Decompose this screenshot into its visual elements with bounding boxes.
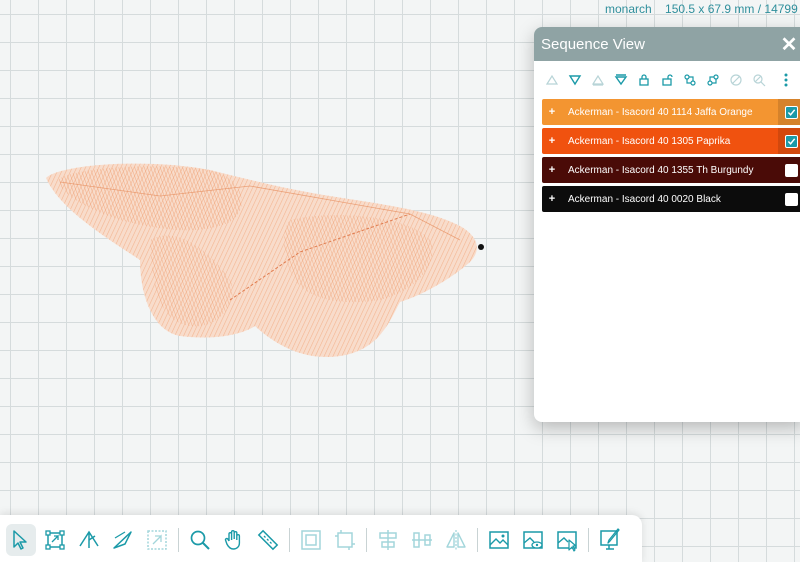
toolbar-separator <box>366 528 367 552</box>
colour-row[interactable]: + Ackerman - Isacord 40 1355 Th Burgundy <box>542 157 800 183</box>
close-icon[interactable]: ✕ <box>774 27 800 61</box>
mirror-icon[interactable] <box>441 524 471 556</box>
select-icon[interactable] <box>6 524 36 556</box>
unlock-icon[interactable] <box>659 72 675 88</box>
group-icon[interactable] <box>296 524 326 556</box>
ruler-icon[interactable] <box>253 524 283 556</box>
expand-icon[interactable]: + <box>542 164 562 176</box>
node-edit-icon[interactable] <box>74 524 104 556</box>
more-options-icon[interactable] <box>778 72 794 88</box>
toolbar-separator <box>178 528 179 552</box>
colour-label: Ackerman - Isacord 40 1305 Paprika <box>568 135 731 147</box>
move-first-icon[interactable] <box>544 72 560 88</box>
checkmark-icon <box>784 105 798 119</box>
bottom-toolbar <box>0 515 642 562</box>
empty-checkbox-icon <box>784 192 798 206</box>
toolbar-separator <box>477 528 478 552</box>
image-icon[interactable] <box>484 524 514 556</box>
visibility-checkbox[interactable] <box>778 128 800 154</box>
pan-hand-icon[interactable] <box>219 524 249 556</box>
colour-label: Ackerman - Isacord 40 1114 Jaffa Orange <box>568 106 753 118</box>
split-icon[interactable] <box>705 72 721 88</box>
colour-list: + Ackerman - Isacord 40 1114 Jaffa Orange… <box>534 99 800 212</box>
colour-label: Ackerman - Isacord 40 0020 Black <box>568 193 721 205</box>
visibility-checkbox[interactable] <box>778 186 800 212</box>
move-last-icon[interactable] <box>613 72 629 88</box>
colour-row[interactable]: + Ackerman - Isacord 40 0020 Black <box>542 186 800 212</box>
sequence-toolbar <box>534 61 800 99</box>
zoom-icon[interactable] <box>185 524 215 556</box>
visibility-checkbox[interactable] <box>778 157 800 183</box>
ungroup-icon[interactable] <box>330 524 360 556</box>
expand-icon[interactable]: + <box>542 135 562 147</box>
butterfly-design[interactable] <box>46 163 484 358</box>
end-point-marker[interactable] <box>478 244 484 250</box>
hide-all-icon[interactable] <box>751 72 767 88</box>
lock-icon[interactable] <box>636 72 652 88</box>
digitize-icon[interactable] <box>595 524 625 556</box>
panel-title: Sequence View <box>541 35 645 53</box>
knife-icon[interactable] <box>108 524 138 556</box>
expand-icon[interactable]: + <box>542 106 562 118</box>
hide-icon[interactable] <box>728 72 744 88</box>
resize-icon[interactable] <box>40 524 70 556</box>
sequence-view-panel: Sequence View ✕ + Ackerman - Isacord 40 … <box>534 27 800 422</box>
checkmark-icon <box>784 134 798 148</box>
toolbar-separator <box>289 528 290 552</box>
colour-row[interactable]: + Ackerman - Isacord 40 1305 Paprika <box>542 128 800 154</box>
colour-label: Ackerman - Isacord 40 1355 Th Burgundy <box>568 164 754 176</box>
toolbar-separator <box>588 528 589 552</box>
panel-header: Sequence View ✕ <box>534 27 800 61</box>
wreath-icon[interactable] <box>142 524 172 556</box>
view-image-icon[interactable] <box>518 524 548 556</box>
distribute-icon[interactable] <box>407 524 437 556</box>
colour-row[interactable]: + Ackerman - Isacord 40 1114 Jaffa Orange <box>542 99 800 125</box>
move-down-icon[interactable] <box>590 72 606 88</box>
trace-image-icon[interactable] <box>552 524 582 556</box>
move-up-icon[interactable] <box>567 72 583 88</box>
visibility-checkbox[interactable] <box>778 99 800 125</box>
align-icon[interactable] <box>373 524 403 556</box>
merge-icon[interactable] <box>682 72 698 88</box>
expand-icon[interactable]: + <box>542 193 562 205</box>
empty-checkbox-icon <box>784 163 798 177</box>
